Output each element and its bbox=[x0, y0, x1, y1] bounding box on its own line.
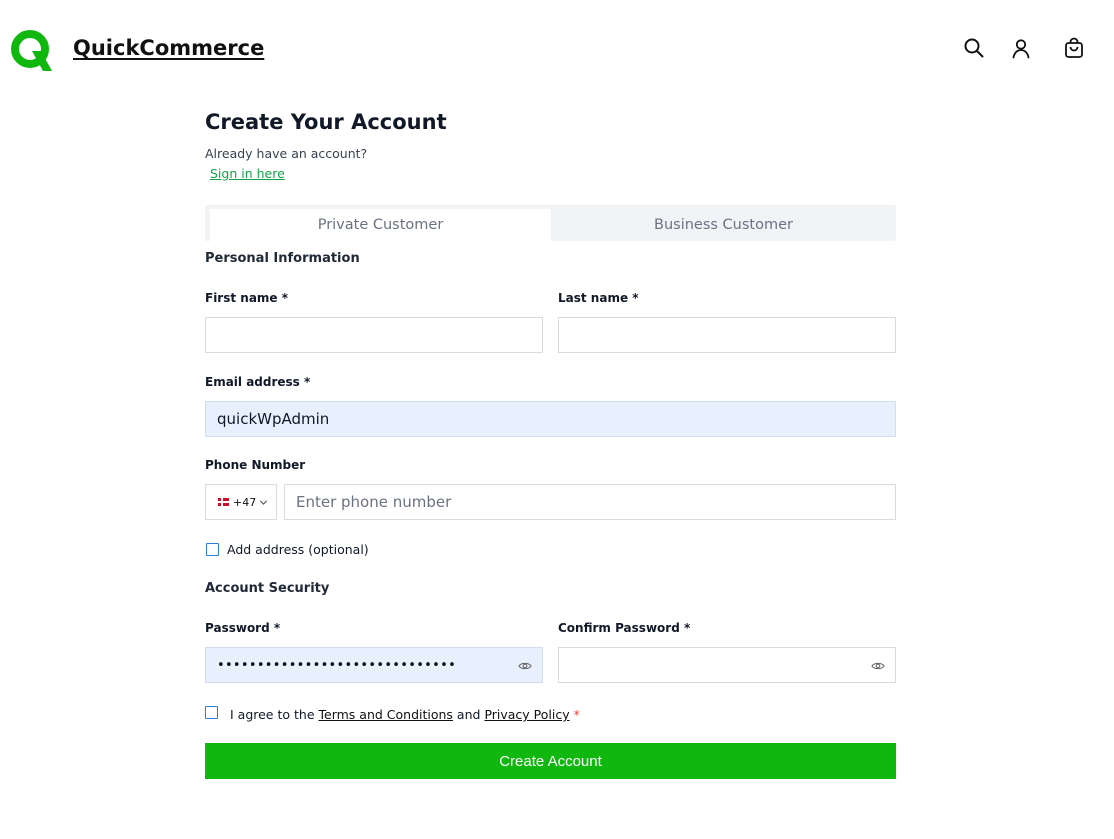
create-account-button[interactable]: Create Account bbox=[205, 743, 896, 779]
agree-prefix-text: I agree to the bbox=[230, 707, 315, 722]
phone-number-placeholder: Enter phone number bbox=[296, 493, 452, 511]
already-have-account-text: Already have an account? bbox=[205, 146, 368, 161]
email-label: Email address * bbox=[205, 375, 311, 389]
phone-number-label: Phone Number bbox=[205, 458, 306, 472]
quickcommerce-logo-icon[interactable] bbox=[10, 29, 52, 71]
password-label: Password * bbox=[205, 621, 281, 635]
eye-icon[interactable] bbox=[518, 659, 532, 673]
page-title: Create Your Account bbox=[205, 110, 447, 134]
country-code-value: +47 bbox=[233, 495, 257, 509]
email-field[interactable]: quickWpAdmin bbox=[205, 401, 896, 437]
add-address-label: Add address (optional) bbox=[227, 542, 369, 557]
first-name-label: First name * bbox=[205, 291, 289, 305]
add-address-checkbox[interactable] bbox=[206, 543, 219, 556]
required-marker: * bbox=[573, 707, 580, 722]
terms-and-conditions-link[interactable]: Terms and Conditions bbox=[319, 707, 453, 722]
password-field[interactable]: •••••••••••••••••••••••••••••• bbox=[205, 647, 543, 683]
personal-information-heading: Personal Information bbox=[205, 251, 360, 266]
customer-type-tabs: Private Customer Business Customer bbox=[205, 205, 896, 241]
last-name-field[interactable] bbox=[558, 317, 896, 353]
tab-private-customer[interactable]: Private Customer bbox=[210, 209, 551, 241]
agree-and-text: and bbox=[456, 707, 481, 722]
eye-icon[interactable] bbox=[871, 659, 885, 673]
cart-icon[interactable] bbox=[1063, 37, 1085, 59]
confirm-password-label: Confirm Password * bbox=[558, 621, 691, 635]
tab-business-customer[interactable]: Business Customer bbox=[551, 209, 896, 241]
user-icon[interactable] bbox=[1010, 37, 1032, 59]
country-code-select[interactable]: +47 bbox=[205, 484, 277, 520]
search-icon[interactable] bbox=[963, 37, 985, 59]
password-value: •••••••••••••••••••••••••••••• bbox=[217, 657, 457, 673]
privacy-policy-link[interactable]: Privacy Policy bbox=[484, 707, 569, 722]
brand-name-link[interactable]: QuickCommerce bbox=[73, 36, 264, 60]
confirm-password-field[interactable] bbox=[558, 647, 896, 683]
first-name-field[interactable] bbox=[205, 317, 543, 353]
last-name-label: Last name * bbox=[558, 291, 639, 305]
account-security-heading: Account Security bbox=[205, 581, 330, 596]
phone-number-input[interactable]: Enter phone number bbox=[284, 484, 896, 520]
norway-flag-icon bbox=[218, 498, 229, 506]
sign-in-link[interactable]: Sign in here bbox=[210, 166, 285, 181]
agree-terms-checkbox[interactable] bbox=[205, 706, 218, 719]
agree-terms-label: I agree to the Terms and Conditions and … bbox=[230, 707, 580, 722]
chevron-down-icon bbox=[260, 499, 268, 505]
site-header: QuickCommerce bbox=[0, 0, 1114, 100]
